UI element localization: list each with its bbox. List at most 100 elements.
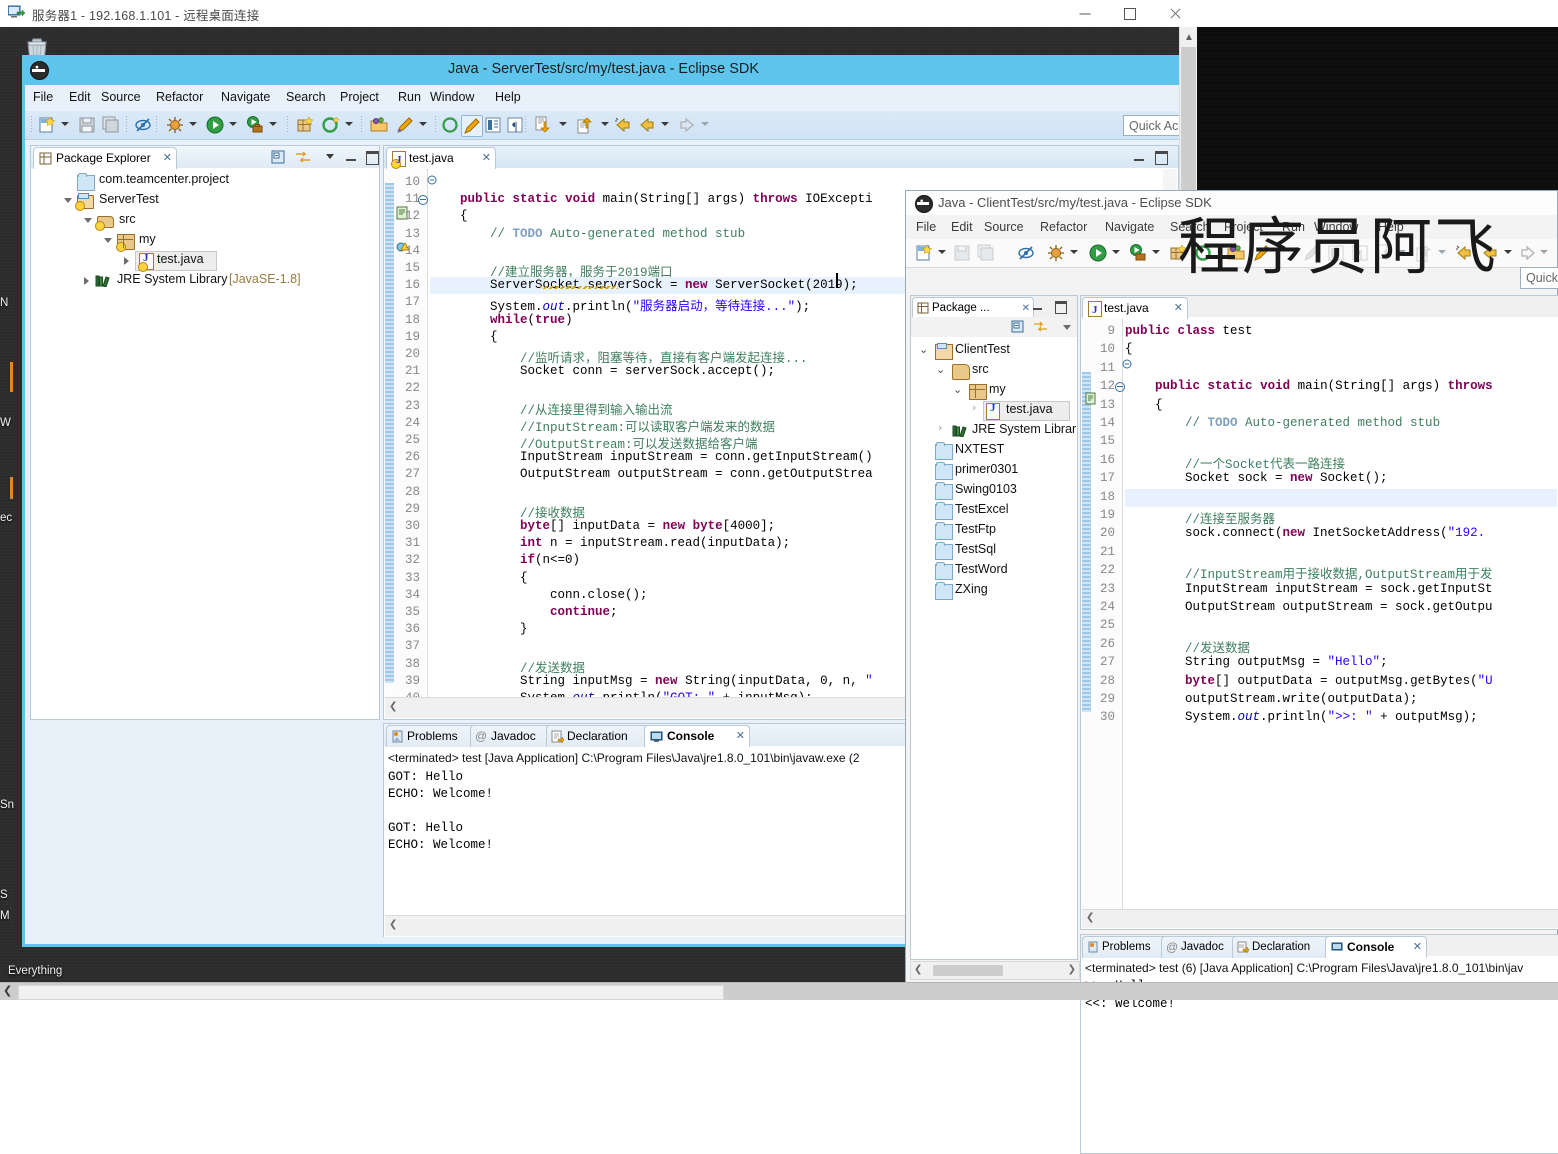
minimize-panel-icon-2[interactable] — [1033, 308, 1042, 310]
run-icon[interactable] — [205, 115, 225, 135]
tab-declaration-2[interactable]: Declaration — [1232, 936, 1338, 958]
forward-icon[interactable] — [677, 115, 697, 135]
collapse-all-icon[interactable] — [271, 150, 286, 164]
expand-chevron-down-icon[interactable]: ⌄ — [953, 383, 962, 396]
scrollbar-thumb[interactable] — [933, 965, 1003, 976]
forward-dropdown-arrow[interactable] — [701, 122, 709, 126]
link-with-editor-icon[interactable] — [295, 150, 311, 164]
editor-tab-close-icon-2[interactable]: ✕ — [1174, 298, 1183, 319]
tab-test-java[interactable]: test.java ✕ — [386, 147, 496, 171]
save-all-icon[interactable] — [101, 115, 121, 135]
tree-row-servertest[interactable]: ServerTest — [31, 190, 379, 211]
tree-row-src[interactable]: src — [31, 210, 379, 231]
tab-javadoc[interactable]: @ Javadoc — [470, 725, 558, 747]
tab-console-2[interactable]: Console ✕ — [1325, 936, 1427, 958]
menu-search[interactable]: Search — [286, 90, 326, 104]
new-wizard-icon[interactable] — [914, 243, 934, 263]
external-tools-dropdown-arrow[interactable] — [269, 122, 277, 126]
debug-dropdown-arrow[interactable] — [189, 122, 197, 126]
back-icon[interactable] — [637, 115, 657, 135]
new-class-dropdown-arrow[interactable] — [345, 122, 353, 126]
tab-package-explorer[interactable]: Package Explorer ✕ — [33, 147, 177, 169]
menu-source[interactable]: Source — [101, 90, 141, 104]
run-icon[interactable] — [1088, 243, 1108, 263]
new-wizard-dropdown-arrow[interactable] — [938, 250, 946, 254]
scroll-right-icon[interactable]: ❯ — [1068, 964, 1076, 975]
tab-package-explorer-2[interactable]: Package ... ✕ — [912, 297, 1034, 319]
menu-refactor[interactable]: Refactor — [156, 90, 203, 104]
annotation-icon[interactable] — [395, 115, 415, 135]
editor-maximize-icon[interactable] — [1155, 151, 1168, 165]
tree-row-my[interactable]: ⌄ my — [911, 380, 1077, 400]
quick-access-input-2[interactable]: Quick — [1520, 267, 1558, 289]
minimize-panel-icon[interactable] — [346, 159, 356, 161]
expand-arrow-right-icon[interactable] — [124, 257, 129, 265]
tree-row-primer0301[interactable]: primer0301 — [911, 460, 1077, 480]
external-tools-icon[interactable] — [245, 115, 265, 135]
menu-help[interactable]: Help — [495, 90, 521, 104]
window2-bottom-scrollbar[interactable]: ❮ ❯ — [910, 961, 1080, 980]
menu-edit[interactable]: Edit — [69, 90, 91, 104]
editor-code-area-2[interactable]: public class test { public static void ma… — [1125, 318, 1557, 909]
next-annotation-dropdown-arrow[interactable] — [559, 122, 567, 126]
back-dropdown-arrow[interactable] — [661, 122, 669, 126]
menu-navigate[interactable]: Navigate — [221, 90, 270, 104]
expand-arrow-down-icon[interactable] — [64, 198, 72, 203]
pilcrow-icon[interactable]: ¶ — [505, 115, 525, 135]
new-class-icon[interactable] — [321, 115, 341, 135]
debug-icon[interactable] — [165, 115, 185, 135]
tree-row-testword[interactable]: TestWord — [911, 560, 1077, 580]
tab-declaration[interactable]: Declaration — [546, 725, 656, 747]
fold-marker-icon[interactable] — [1115, 382, 1125, 393]
new-java-project-icon[interactable] — [295, 115, 315, 135]
expand-chevron-right-icon[interactable]: › — [972, 401, 976, 414]
desktop-icon-label-3[interactable]: ec — [0, 512, 12, 524]
scroll-up-icon[interactable]: ▲ — [1184, 32, 1194, 43]
menu-project[interactable]: Project — [340, 90, 379, 104]
toggle-mark-occurrences-icon[interactable] — [1016, 243, 1036, 263]
package-explorer-close-icon[interactable]: ✕ — [163, 148, 172, 169]
tab-console[interactable]: Console ✕ — [644, 725, 750, 747]
menu-refactor[interactable]: Refactor — [1040, 220, 1087, 234]
tree-row-clienttest[interactable]: ⌄ ClientTest — [911, 340, 1077, 360]
maximize-panel-icon[interactable] — [366, 151, 379, 165]
view-menu-icon[interactable] — [326, 154, 334, 159]
link-with-editor-icon-2[interactable] — [1033, 320, 1048, 333]
pencil-mode-icon[interactable] — [461, 115, 483, 137]
forward-icon[interactable] — [1518, 243, 1538, 263]
scroll-left-icon[interactable]: ❮ — [389, 919, 397, 930]
open-type-icon[interactable] — [369, 115, 389, 135]
tree-row-testsql[interactable]: TestSql — [911, 540, 1077, 560]
menu-file[interactable]: File — [33, 90, 53, 104]
tree-row-zxing[interactable]: ZXing — [911, 580, 1077, 600]
desktop-icon-label-4[interactable]: Sn — [0, 799, 14, 811]
scroll-left-icon[interactable]: ❮ — [3, 984, 12, 997]
show-whitespace-icon[interactable] — [483, 115, 503, 135]
editor-minimize-icon[interactable] — [1134, 159, 1144, 161]
back-dropdown-arrow[interactable] — [1504, 250, 1512, 254]
page-scrollbar-thumb[interactable] — [18, 985, 724, 1000]
tree-row-jre-system-library[interactable]: JRE System Library [JavaSE-1.8] — [31, 270, 379, 290]
save-icon[interactable] — [77, 115, 97, 135]
view-menu-icon-2[interactable] — [1063, 325, 1071, 330]
run-dropdown-arrow[interactable] — [229, 122, 237, 126]
expand-arrow-down-icon[interactable] — [84, 218, 92, 223]
menu-navigate[interactable]: Navigate — [1105, 220, 1154, 234]
search-ref-icon[interactable] — [441, 115, 461, 135]
debug-dropdown-arrow[interactable] — [1070, 250, 1078, 254]
expand-chevron-right-icon[interactable]: › — [938, 421, 942, 434]
prev-annotation-icon[interactable] — [575, 115, 595, 135]
new-wizard-dropdown-arrow[interactable] — [61, 122, 69, 126]
tree-row-testexcel[interactable]: TestExcel — [911, 500, 1077, 520]
next-annotation-icon[interactable] — [533, 115, 553, 135]
maximize-panel-icon-2[interactable] — [1055, 301, 1067, 314]
tree-row-com-teamcenter-project[interactable]: com.teamcenter.project — [31, 170, 379, 191]
tree-row-my[interactable]: my — [31, 230, 379, 252]
page-horizontal-scrollbar[interactable]: ❮ — [0, 982, 1558, 1000]
scroll-left-icon[interactable]: ❮ — [389, 701, 397, 712]
external-tools-dropdown-arrow[interactable] — [1152, 250, 1160, 254]
run-dropdown-arrow[interactable] — [1112, 250, 1120, 254]
expand-arrow-right-icon[interactable] — [84, 277, 89, 285]
everything-icon-label[interactable]: Everything — [8, 965, 62, 977]
new-wizard-icon[interactable] — [37, 115, 57, 135]
